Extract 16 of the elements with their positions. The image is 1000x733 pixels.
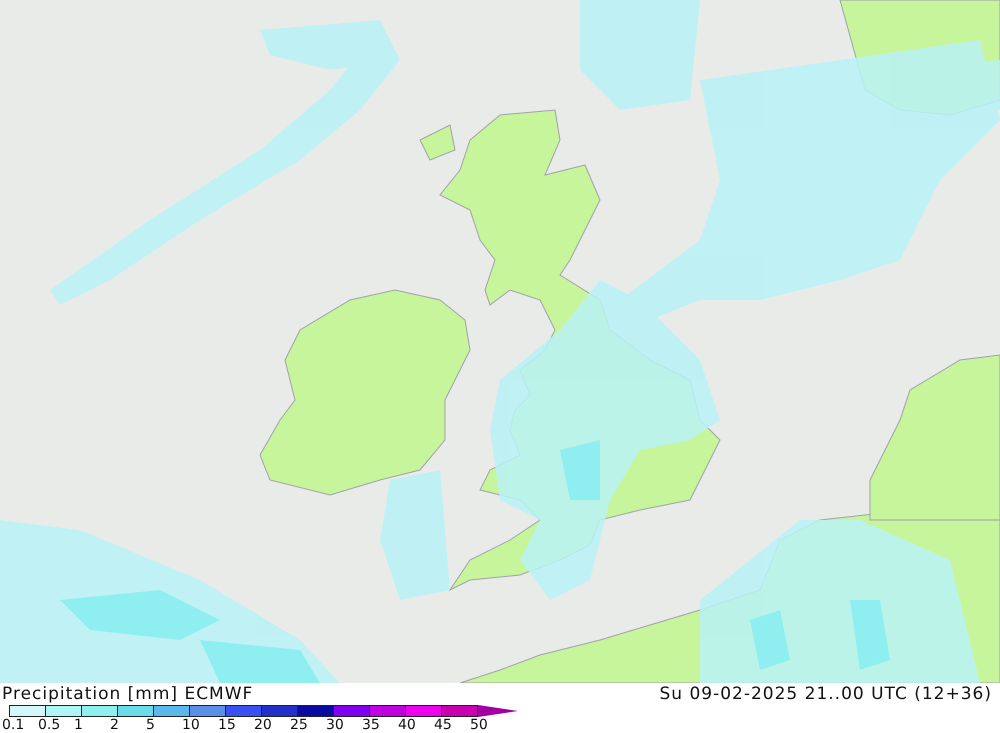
legend-label: 0.5: [38, 717, 62, 733]
legend-label: 50: [470, 717, 489, 733]
valid-time: Su 09-02-2025 21..00 UTC (12+36): [659, 683, 993, 706]
legend-label: 15: [218, 717, 237, 733]
legend-label: 1: [74, 717, 84, 733]
legend-label: 5: [146, 717, 156, 733]
legend-label: 2: [110, 717, 120, 733]
legend-label: 40: [398, 717, 417, 733]
legend-label: 30: [326, 717, 345, 733]
legend-label: 20: [254, 717, 273, 733]
legend-label: 25: [290, 717, 309, 733]
map-title: Precipitation [mm] ECMWF: [2, 683, 254, 705]
legend-label: 0.1: [2, 717, 26, 733]
legend-label: 35: [362, 717, 381, 733]
legend-label: 10: [182, 717, 201, 733]
legend-label: 45: [434, 717, 453, 733]
